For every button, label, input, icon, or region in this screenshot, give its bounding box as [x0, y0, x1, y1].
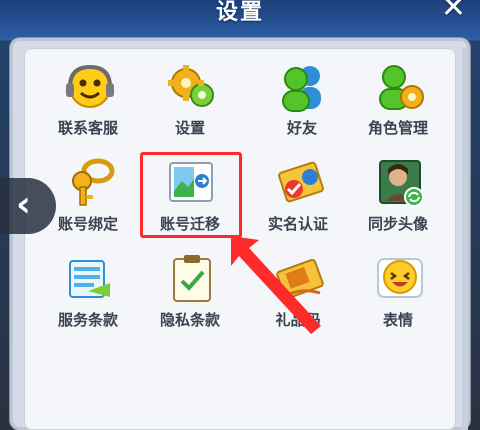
item-sync-avatar[interactable]: 同步头像 [348, 151, 448, 241]
item-friends[interactable]: 好友 [252, 55, 352, 145]
gears-icon [166, 61, 218, 113]
item-label: 联系客服 [57, 119, 118, 137]
emoji-icon [374, 253, 426, 305]
item-label: 表情 [382, 311, 413, 329]
item-emoji[interactable]: 表情 [348, 247, 448, 337]
item-service-terms[interactable]: 服务条款 [38, 247, 138, 337]
privacy-terms-icon [166, 253, 218, 305]
key-bind-icon [64, 157, 116, 209]
scrollbar[interactable] [462, 48, 468, 430]
friends-icon [278, 61, 330, 113]
item-label: 服务条款 [57, 311, 118, 329]
item-label: 好友 [286, 119, 317, 137]
back-button[interactable]: ‹ [0, 178, 56, 234]
service-terms-icon [64, 253, 116, 305]
chevron-left-icon: ‹ [16, 184, 31, 225]
annotation-arrow-icon [231, 236, 321, 334]
window-title: 设置 [215, 0, 264, 25]
item-role-management[interactable]: 角色管理 [348, 55, 448, 145]
item-label: 同步头像 [367, 215, 428, 233]
item-label: 角色管理 [367, 119, 428, 137]
real-name-icon [274, 157, 326, 209]
item-real-name-verification[interactable]: 实名认证 [248, 151, 348, 241]
item-settings[interactable]: 设置 [140, 55, 240, 145]
headset-smiley-icon [64, 61, 116, 113]
title-bar: 设置 ✕ [0, 0, 480, 26]
highlight-box [140, 152, 242, 238]
role-manage-icon [374, 61, 426, 113]
close-button[interactable]: ✕ [441, 0, 466, 25]
sync-avatar-icon [374, 157, 426, 209]
item-label: 设置 [174, 119, 205, 137]
item-customer-service[interactable]: 联系客服 [38, 55, 138, 145]
